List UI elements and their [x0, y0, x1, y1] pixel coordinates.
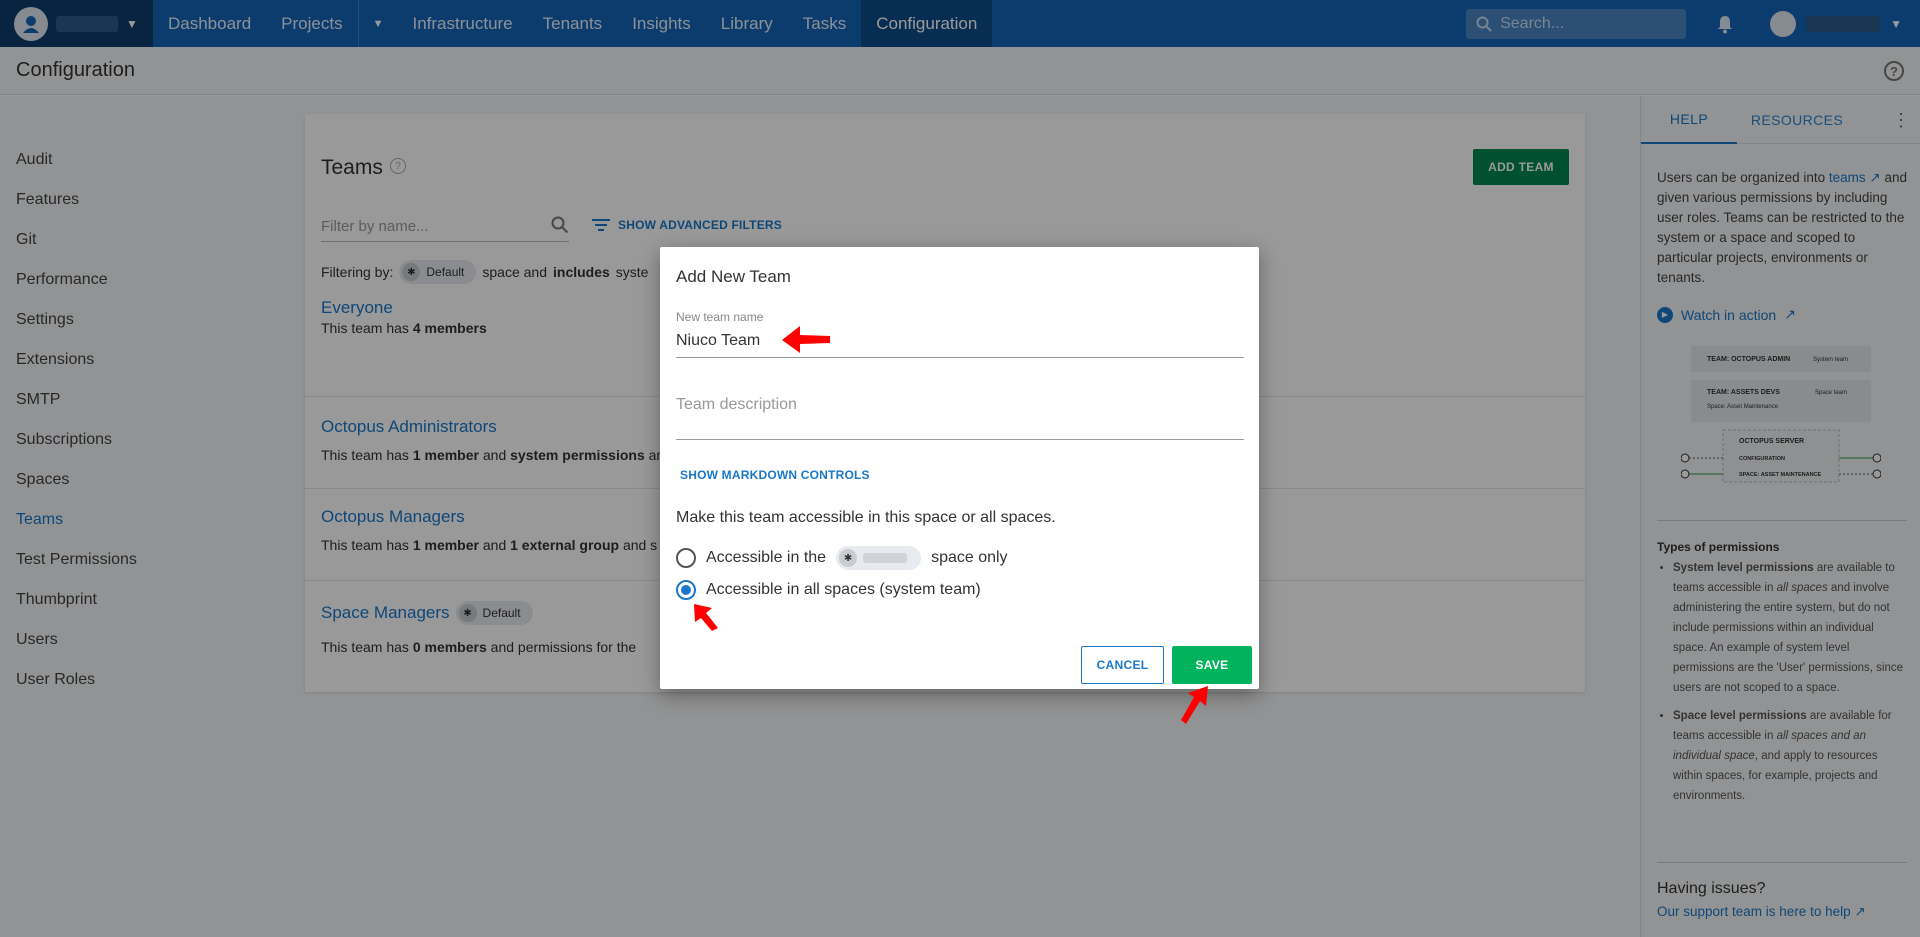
radio-label: Accessible in all spaces (system team) — [706, 581, 981, 598]
radio-button-selected[interactable] — [676, 580, 696, 600]
team-description-underline — [676, 439, 1244, 440]
radio-label: Accessible in the — [706, 549, 827, 566]
team-name-label: New team name — [676, 310, 764, 324]
annotation-arrow-icon — [1181, 686, 1208, 724]
radio-all-spaces[interactable]: Accessible in all spaces (system team) — [676, 580, 981, 600]
show-markdown-controls-button[interactable]: SHOW MARKDOWN CONTROLS — [680, 468, 870, 482]
add-new-team-dialog: Add New Team New team name Niuco Team Te… — [660, 247, 1259, 689]
team-name-underline — [676, 357, 1244, 358]
radio-button[interactable] — [676, 548, 696, 568]
annotation-arrow-icon — [782, 326, 830, 353]
radio-this-space[interactable]: Accessible in the ✱ space only — [676, 546, 1008, 570]
team-description-input[interactable]: Team description — [676, 396, 797, 414]
access-question: Make this team accessible in this space … — [676, 509, 1056, 526]
cancel-button[interactable]: CANCEL — [1081, 646, 1164, 684]
save-button[interactable]: SAVE — [1172, 646, 1252, 684]
radio-label: space only — [931, 549, 1008, 566]
annotation-arrow-icon — [694, 604, 718, 631]
space-icon: ✱ — [839, 549, 858, 567]
dialog-title: Add New Team — [676, 267, 791, 286]
team-name-input[interactable]: Niuco Team — [676, 332, 760, 350]
space-name-redacted — [863, 553, 908, 563]
space-chip: ✱ — [836, 546, 922, 570]
